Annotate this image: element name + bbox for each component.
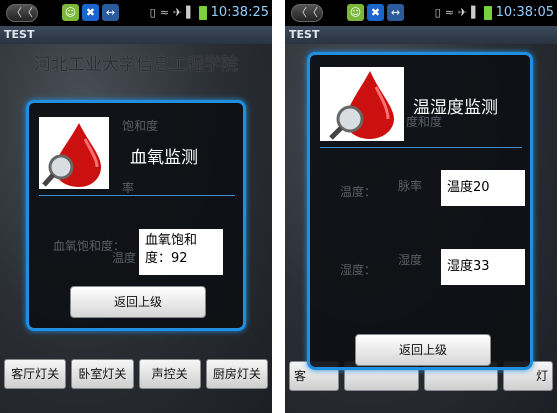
battery-icon xyxy=(483,5,492,20)
ghost-text: 度和度 xyxy=(406,115,443,129)
ghost-text: 饱和度 xyxy=(122,119,159,133)
back-arrow-icon[interactable]: 〈〈 xyxy=(6,4,38,22)
signal-icon: ▌ xyxy=(471,6,480,19)
wifi-icon: ≈ xyxy=(159,6,169,19)
ghost-text: 温度： xyxy=(340,185,377,199)
blood-oxygen-value: 血氧饱和度：92 xyxy=(139,229,223,275)
blood-oxygen-dialog: 饱和度 血氧监测 率 血氧饱和度： 温度 血氧饱和度：92 返回上级 xyxy=(26,100,246,331)
status-bar: 〈〈 ☺ ✖ ↔ ▯ ≈ ✈ ▌ 10:38:25 xyxy=(0,0,272,26)
bedroom-light-button[interactable]: 卧室灯关 xyxy=(71,359,134,389)
vibrate-icon: ▯ xyxy=(434,6,441,19)
android-icon: ☺ xyxy=(62,4,79,21)
background-button-row: 客厅灯关 卧室灯关 声控关 厨房灯关 xyxy=(4,359,268,389)
trash-icon: ✖ xyxy=(82,4,99,21)
background-title: 河北工业大学信息工程学院 xyxy=(34,55,238,75)
status-time: 10:38:05 xyxy=(495,5,554,20)
left-phone-screen: 〈〈 ☺ ✖ ↔ ▯ ≈ ✈ ▌ 10:38:25 TEST 河北工业大学信息工… xyxy=(0,0,272,413)
usb-icon: ↔ xyxy=(102,4,119,21)
ghost-text: 率 xyxy=(122,181,135,195)
status-time: 10:38:25 xyxy=(210,5,269,20)
ghost-text: 温度 xyxy=(112,251,137,265)
ghost-text: 湿度 xyxy=(398,253,423,267)
temperature-value: 温度20 xyxy=(441,170,525,206)
blood-drop-logo-icon xyxy=(320,67,404,141)
living-room-light-button[interactable]: 客厅灯关 xyxy=(4,359,67,389)
ghost-text: 湿度： xyxy=(340,263,377,277)
voice-control-button[interactable]: 声控关 xyxy=(138,359,201,389)
android-icon: ☺ xyxy=(347,4,364,21)
app-title: TEST xyxy=(285,26,557,44)
usb-icon: ↔ xyxy=(387,4,404,21)
wifi-icon: ≈ xyxy=(444,6,454,19)
ghost-text: 脉率 xyxy=(398,179,423,193)
temp-humidity-dialog: 温湿度监测 度和度 温度： 脉率 温度20 湿度： 湿度 湿度33 返回上级 xyxy=(307,52,533,370)
kitchen-light-button[interactable]: 厨房灯关 xyxy=(205,359,268,389)
signal-icon: ▌ xyxy=(186,6,195,19)
battery-icon xyxy=(198,5,207,20)
vibrate-icon: ▯ xyxy=(149,6,156,19)
title-divider xyxy=(320,147,522,148)
back-arrow-icon[interactable]: 〈〈 xyxy=(291,4,323,22)
humidity-value: 湿度33 xyxy=(441,249,525,285)
back-button[interactable]: 返回上级 xyxy=(70,286,206,318)
airplane-icon: ✈ xyxy=(457,6,468,19)
app-title: TEST xyxy=(0,26,272,44)
status-bar: 〈〈 ☺ ✖ ↔ ▯ ≈ ✈ ▌ 10:38:05 xyxy=(285,0,557,26)
title-divider xyxy=(39,195,235,196)
dialog-title: 血氧监测 xyxy=(130,148,198,168)
right-phone-screen: 〈〈 ☺ ✖ ↔ ▯ ≈ ✈ ▌ 10:38:05 TEST 客 灯 温湿度监测… xyxy=(285,0,557,413)
airplane-icon: ✈ xyxy=(172,6,183,19)
blood-drop-logo-icon xyxy=(39,117,109,189)
back-button[interactable]: 返回上级 xyxy=(355,334,491,366)
trash-icon: ✖ xyxy=(367,4,384,21)
